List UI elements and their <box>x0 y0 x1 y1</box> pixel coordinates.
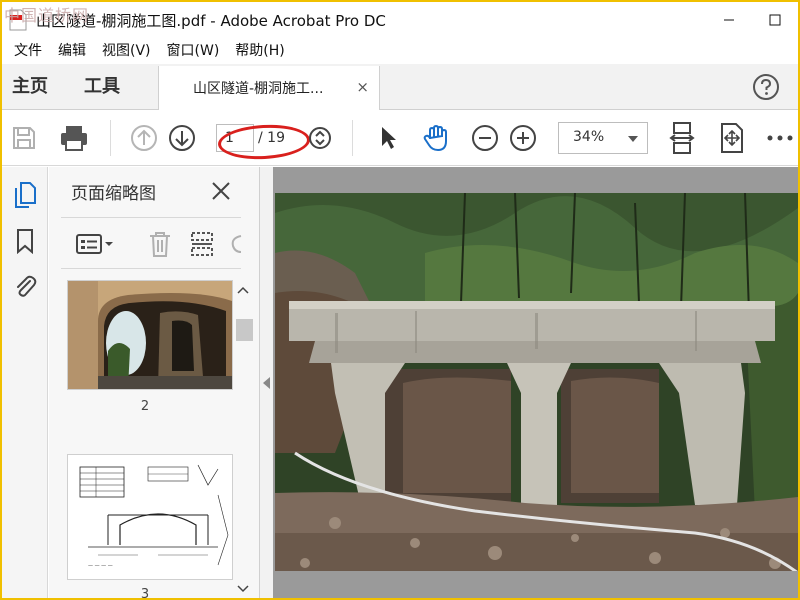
thumbnail-page-3[interactable]: — — — — <box>68 455 232 579</box>
main-toolbar: 1 / 19 34% <box>2 110 798 166</box>
maximize-icon <box>769 14 781 26</box>
next-page-button[interactable] <box>166 122 198 154</box>
acrobat-window: 山区隧道-棚洞施工图.pdf - Adobe Acrobat Pro DC 中国… <box>2 2 798 598</box>
paperclip-icon <box>17 275 37 297</box>
panel-title: 页面缩略图 <box>71 184 156 204</box>
menu-help[interactable]: 帮助(H) <box>227 40 292 60</box>
full-screen-icon <box>721 123 743 153</box>
help-button[interactable] <box>752 73 780 101</box>
navigation-rail <box>2 167 48 598</box>
options-menu-icon <box>76 234 113 254</box>
zoom-in-icon <box>510 125 536 151</box>
zoom-out-icon <box>472 125 498 151</box>
close-icon <box>212 182 230 200</box>
zoom-level-value: 34% <box>573 129 605 145</box>
minimize-button[interactable] <box>706 2 752 38</box>
more-tools-button[interactable] <box>764 122 796 154</box>
panel-collapse-handle[interactable] <box>259 167 273 598</box>
tab-tools[interactable]: 工具 <box>84 64 120 110</box>
svg-text:— — — —: — — — — <box>88 563 113 569</box>
scroll-down-icon[interactable] <box>234 582 252 596</box>
trash-icon <box>150 232 170 257</box>
tunnel-interior-thumbnail <box>68 281 232 389</box>
previous-page-button[interactable] <box>128 122 160 154</box>
save-icon <box>13 127 35 149</box>
select-tool-button[interactable] <box>372 122 404 154</box>
insert-page-icon <box>191 232 213 256</box>
thumbnail-page-2[interactable] <box>68 281 232 389</box>
page-stepper[interactable] <box>304 122 336 154</box>
chevron-down-icon <box>628 136 638 142</box>
rotate-page-button[interactable] <box>229 229 243 259</box>
thumbnail-scrollbar[interactable] <box>234 279 253 598</box>
menu-view[interactable]: 视图(V) <box>94 40 159 60</box>
arrow-up-circle-icon <box>131 125 157 151</box>
page-thumbnails-button[interactable] <box>11 181 39 209</box>
more-horizontal-icon <box>767 135 793 141</box>
tab-document[interactable]: 山区隧道-棚洞施工... × <box>158 66 380 110</box>
zoom-in-button[interactable] <box>507 122 539 154</box>
tab-home[interactable]: 主页 <box>12 64 48 110</box>
print-icon <box>61 126 87 151</box>
menu-file[interactable]: 文件 <box>6 40 50 60</box>
full-screen-button[interactable] <box>716 122 748 154</box>
menu-edit[interactable]: 编辑 <box>50 40 94 60</box>
help-icon <box>753 74 779 100</box>
scrollbar-thumb[interactable] <box>236 319 253 341</box>
thumbnail-panel: 页面缩略图 2 — — — — 3 <box>49 167 259 598</box>
insert-page-button[interactable] <box>189 229 215 259</box>
close-panel-button[interactable] <box>209 179 233 203</box>
title-bar: 山区隧道-棚洞施工图.pdf - Adobe Acrobat Pro DC 中国… <box>2 2 798 38</box>
thumbnail-options-button[interactable] <box>75 229 115 259</box>
fit-page-icon <box>669 122 695 154</box>
bookmarks-button[interactable] <box>11 227 39 255</box>
thumbnail-page-label: 2 <box>140 399 150 414</box>
chevron-left-icon <box>263 377 270 389</box>
tab-bar: 主页 工具 山区隧道-棚洞施工... × <box>2 64 798 110</box>
hand-tool-button[interactable] <box>420 122 452 154</box>
maximize-button[interactable] <box>752 2 798 38</box>
save-button[interactable] <box>8 122 40 154</box>
site-watermark: 中国道桥网 <box>4 6 90 25</box>
drawing-thumbnail: — — — — <box>68 455 232 579</box>
document-view[interactable] <box>273 167 798 598</box>
thumbnail-page-label: 3 <box>140 587 150 598</box>
menu-window[interactable]: 窗口(W) <box>159 40 228 60</box>
panel-divider <box>61 268 241 269</box>
zoom-out-button[interactable] <box>469 122 501 154</box>
print-button[interactable] <box>58 122 90 154</box>
close-tab-icon[interactable]: × <box>356 78 369 96</box>
zoom-level-select[interactable]: 34% <box>558 122 648 154</box>
bookmark-icon <box>17 229 33 254</box>
arrow-down-circle-icon <box>169 125 195 151</box>
attachments-button[interactable] <box>11 271 39 299</box>
menu-bar: 文件 编辑 视图(V) 窗口(W) 帮助(H) <box>2 38 798 62</box>
minimize-icon <box>724 19 734 21</box>
tunnel-portal-photo <box>275 193 798 577</box>
pdf-page <box>275 193 798 577</box>
page-stepper-icon <box>309 127 331 149</box>
hand-icon <box>423 125 447 151</box>
rotate-icon <box>231 235 242 253</box>
panel-divider <box>61 217 241 218</box>
toolbar-divider <box>110 120 111 156</box>
document-tab-label: 山区隧道-棚洞施工... <box>193 81 324 97</box>
page-thumbnails-icon <box>15 182 36 208</box>
fit-page-button[interactable] <box>666 122 698 154</box>
toolbar-divider <box>352 120 353 156</box>
cursor-arrow-icon <box>382 127 396 149</box>
delete-page-button[interactable] <box>147 229 173 259</box>
scroll-up-icon[interactable] <box>234 283 252 297</box>
thumbnail-list: 2 — — — — 3 <box>49 279 259 598</box>
